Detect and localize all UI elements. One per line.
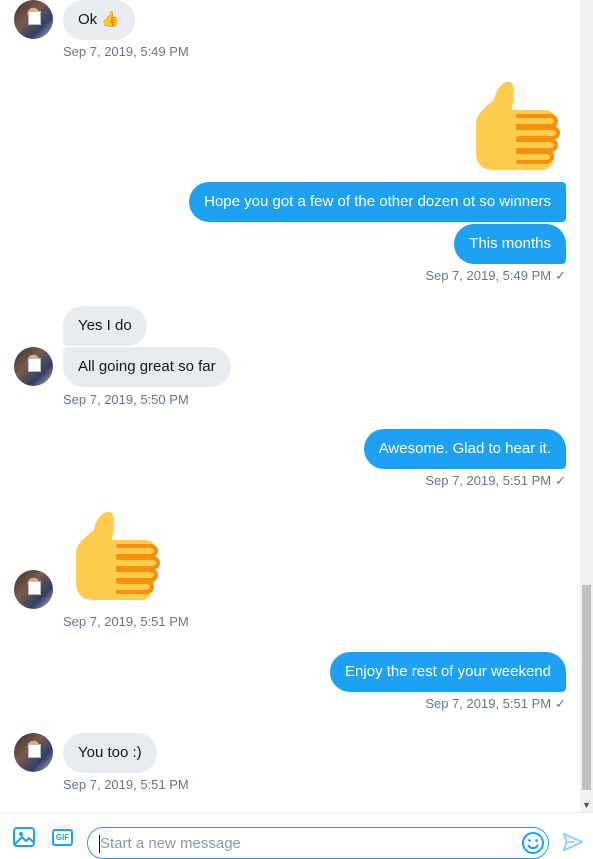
timestamp-text: Sep 7, 2019, 5:49 PM — [425, 268, 552, 283]
avatar-face — [28, 581, 41, 595]
timestamp-text: Sep 7, 2019, 5:51 PM — [425, 473, 552, 488]
avatar[interactable] — [14, 570, 53, 609]
message-timestamp: Sep 7, 2019, 5:50 PM — [63, 392, 189, 407]
sent-check-icon: ✓ — [555, 268, 566, 283]
scrollbar-thumb[interactable] — [582, 585, 591, 790]
scroll-down-arrow-icon[interactable]: ▼ — [582, 800, 591, 810]
avatar-face — [28, 744, 41, 758]
message-composer: GIF — [0, 812, 593, 859]
message-timestamp: Sep 7, 2019, 5:49 PM ✓ — [425, 268, 566, 284]
avatar[interactable] — [14, 0, 53, 39]
message-timestamp: Sep 7, 2019, 5:49 PM — [63, 44, 189, 59]
avatar[interactable] — [14, 733, 53, 772]
message-timestamp: Sep 7, 2019, 5:51 PM ✓ — [425, 696, 566, 712]
thumbs-up-sticker-incoming — [76, 511, 160, 600]
message-bubble-incoming: All going great so far — [63, 347, 231, 387]
message-timestamp: Sep 7, 2019, 5:51 PM — [63, 777, 189, 792]
send-icon[interactable] — [562, 831, 584, 853]
message-bubble-outgoing: Hope you got a few of the other dozen ot… — [189, 182, 566, 222]
conversation-pane: Ok 👍 Sep 7, 2019, 5:49 PM Hope you got a… — [0, 0, 580, 812]
text-caret — [99, 835, 100, 853]
avatar-face — [28, 358, 41, 372]
image-icon[interactable] — [12, 825, 36, 849]
scrollbar[interactable]: ▼ — [580, 0, 593, 812]
sent-check-icon: ✓ — [555, 696, 566, 711]
avatar[interactable] — [14, 347, 53, 386]
sent-check-icon: ✓ — [555, 473, 566, 488]
message-bubble-outgoing: Awesome. Glad to hear it. — [363, 429, 566, 469]
message-text: Ok — [78, 11, 98, 28]
avatar-face — [28, 11, 41, 25]
thumbs-up-emoji: 👍 — [101, 11, 121, 28]
timestamp-text: Sep 7, 2019, 5:51 PM — [425, 696, 552, 711]
message-bubble-incoming: Yes I do — [63, 306, 147, 346]
message-bubble-incoming: You too :) — [63, 733, 157, 773]
message-bubble-outgoing: This months — [454, 224, 566, 264]
gif-icon[interactable]: GIF — [52, 829, 73, 846]
message-input[interactable] — [87, 827, 549, 859]
emoji-icon[interactable] — [521, 831, 545, 855]
message-bubble-incoming: Ok 👍 — [63, 0, 136, 40]
message-timestamp: Sep 7, 2019, 5:51 PM — [63, 614, 189, 629]
message-timestamp: Sep 7, 2019, 5:51 PM ✓ — [425, 473, 566, 489]
thumbs-up-sticker-outgoing — [476, 81, 560, 170]
message-bubble-outgoing: Enjoy the rest of your weekend — [330, 652, 566, 692]
